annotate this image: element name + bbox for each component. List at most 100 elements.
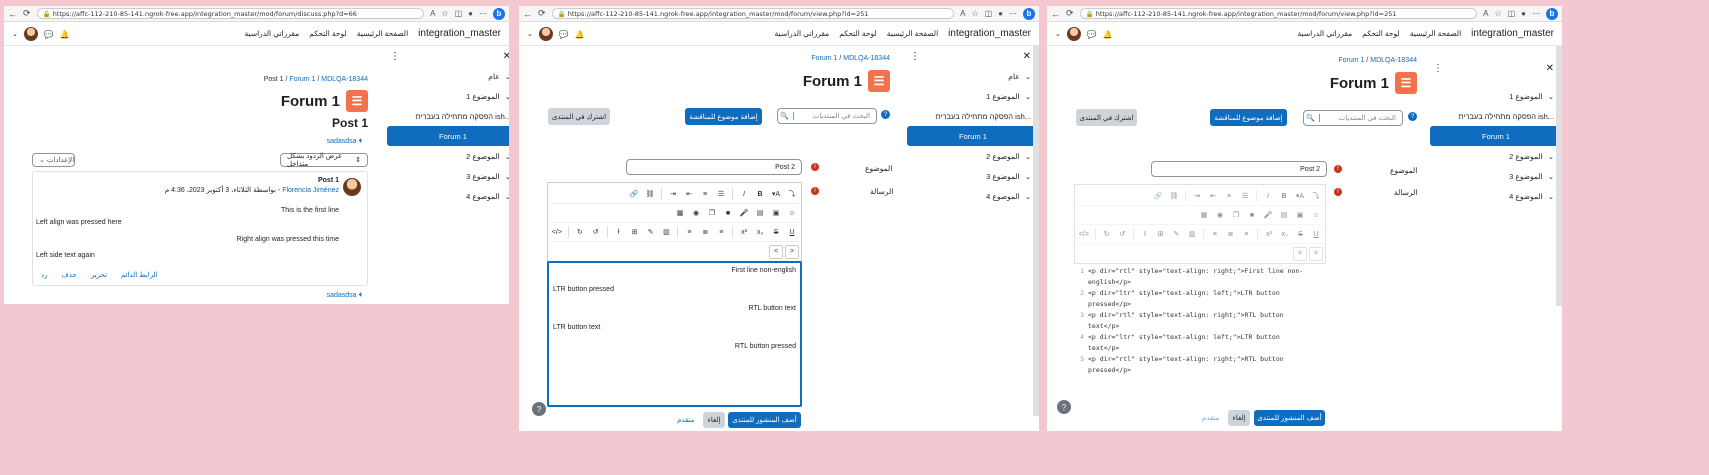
message-editor[interactable]: First line non-english LTR button presse…: [547, 261, 802, 407]
breadcrumb-course[interactable]: MDLQA-18344: [843, 55, 890, 62]
forum-search-input[interactable]: 🔍 البحث في المنتديات: [1303, 110, 1403, 126]
undo-icon[interactable]: ↺: [589, 225, 603, 239]
search-help-icon[interactable]: ?: [881, 110, 890, 119]
author-link[interactable]: Florencia Jiménez: [282, 187, 339, 194]
address-bar[interactable]: 🔒 https://affc-112-210-85-141.ngrok-free…: [36, 8, 425, 19]
favorite-icon[interactable]: ☆: [1494, 9, 1501, 18]
notifications-icon[interactable]: 🔔: [575, 30, 585, 39]
split-icon[interactable]: ◫: [985, 9, 993, 18]
html-icon[interactable]: </>: [550, 225, 564, 239]
breadcrumb-forum[interactable]: Forum 1: [811, 55, 837, 62]
permalink-link[interactable]: الرابط الدائم: [121, 271, 158, 279]
drawer-options-icon[interactable]: ⋮: [390, 51, 400, 62]
address-bar[interactable]: 🔒 https://affc-112-210-85-141.ngrok-free…: [1079, 8, 1478, 19]
nav-my-courses[interactable]: مقرراتي الدراسية: [1298, 29, 1353, 38]
html-icon[interactable]: </>: [1077, 227, 1091, 241]
read-aloud-icon[interactable]: A: [960, 9, 965, 18]
italic-icon[interactable]: I: [737, 187, 751, 201]
help-icon[interactable]: ?: [1057, 400, 1071, 414]
ltr-icon[interactable]: <: [769, 244, 783, 259]
reply-link[interactable]: رد: [41, 271, 48, 279]
close-drawer-icon[interactable]: ✕: [1546, 63, 1554, 74]
drawer-section-topic2[interactable]: الموضوع 2 ⌄: [1430, 146, 1562, 166]
outdent-icon[interactable]: ⇤: [682, 187, 696, 201]
rtl-icon[interactable]: >: [785, 244, 799, 259]
edit-icon[interactable]: ✎: [644, 225, 658, 239]
read-aloud-icon[interactable]: A: [1483, 9, 1488, 18]
messages-icon[interactable]: 💬: [1087, 30, 1097, 39]
drawer-section-topic1[interactable]: الموضوع 1 ⌄: [1430, 86, 1562, 106]
accessibility-icon[interactable]: ◉: [689, 206, 703, 220]
bing-icon[interactable]: b: [1546, 7, 1558, 20]
drawer-section-topic3[interactable]: الموضوع 3 ⌄: [907, 166, 1039, 186]
sadasdsa-footer-link[interactable]: sadasdsa ⏴: [327, 292, 362, 300]
reload-icon[interactable]: ⟳: [1066, 8, 1074, 19]
reload-icon[interactable]: ⟳: [538, 8, 546, 19]
font-style-icon[interactable]: ▾A: [769, 187, 783, 201]
subject-input[interactable]: Post 2: [1151, 161, 1327, 177]
breadcrumb-course[interactable]: MDLQA-18344: [321, 76, 368, 83]
split-icon[interactable]: ◫: [455, 9, 463, 18]
toggle-toolbar-icon[interactable]: ⤵: [785, 187, 799, 201]
search-icon[interactable]: 🔍: [780, 112, 794, 120]
drawer-item-hebrew[interactable]: הפסקה מתחילה בעברית ish...: [1430, 106, 1562, 126]
advanced-link[interactable]: متقدم: [1202, 414, 1219, 422]
messages-icon[interactable]: 💬: [559, 30, 569, 39]
avatar[interactable]: [1066, 27, 1081, 41]
breadcrumb-forum[interactable]: Forum 1: [1338, 57, 1364, 64]
nav-my-courses[interactable]: مقرراتي الدراسية: [775, 29, 830, 38]
drawer-item-hebrew[interactable]: הפסקה מתחילה בעברית ish...: [387, 106, 510, 126]
superscript-icon[interactable]: x²: [737, 225, 751, 239]
split-icon[interactable]: ◫: [1508, 9, 1516, 18]
indent-icon[interactable]: ⇥: [666, 187, 680, 201]
search-help-icon[interactable]: ?: [1408, 112, 1417, 121]
drawer-section-general[interactable]: عام ⌄: [907, 66, 1039, 86]
notifications-icon[interactable]: 🔔: [60, 30, 70, 39]
nav-dashboard[interactable]: لوحة التحكم: [1362, 29, 1400, 38]
more-icon[interactable]: ⋯: [479, 9, 487, 18]
favorite-icon[interactable]: ☆: [971, 9, 978, 18]
align-left-icon[interactable]: ≡: [714, 225, 728, 239]
drawer-section-general[interactable]: عام ⌄: [387, 66, 509, 86]
drawer-section-topic3[interactable]: الموضوع 3 ⌄: [387, 166, 509, 186]
drawer-section-topic1[interactable]: الموضوع 1 ⌄: [907, 86, 1039, 106]
drawer-section-topic2[interactable]: الموضوع 2 ⌄: [907, 146, 1039, 166]
drawer-options-icon[interactable]: ⋮: [1433, 63, 1443, 74]
user-menu-chevron-icon[interactable]: ⌄: [527, 30, 533, 38]
close-drawer-icon[interactable]: ✕: [1023, 51, 1031, 62]
numbered-list-icon[interactable]: ≡: [698, 187, 712, 201]
redo-icon[interactable]: ↻: [573, 225, 587, 239]
drawer-section-topic4[interactable]: الموضوع 4 ⌄: [1430, 186, 1562, 206]
html-source-editor[interactable]: 1 <p dir="rtl" style="text-align: right;"…: [1078, 264, 1326, 404]
drawer-item-forum[interactable]: Forum 1: [1430, 126, 1562, 146]
delete-link[interactable]: حذف: [62, 271, 77, 279]
messages-icon[interactable]: 💬: [44, 30, 54, 39]
drawer-item-hebrew[interactable]: הפסקה מתחילה בעברית ish...: [907, 106, 1039, 126]
favorite-icon[interactable]: ☆: [441, 9, 448, 18]
settings-dropdown[interactable]: ⌄ الإعدادات: [32, 153, 75, 167]
back-icon[interactable]: ←: [523, 9, 532, 19]
avatar[interactable]: [23, 27, 38, 41]
copy-icon[interactable]: ❐: [705, 206, 719, 220]
more-icon[interactable]: ⋯: [1532, 9, 1540, 18]
post-author-avatar[interactable]: [343, 178, 361, 196]
post-to-forum-button[interactable]: أضف المنشور للمنتدى: [728, 412, 801, 428]
bing-icon[interactable]: b: [493, 7, 505, 20]
more-icon[interactable]: ⋯: [1009, 9, 1017, 18]
drawer-item-forum[interactable]: Forum 1: [387, 126, 509, 146]
cancel-button[interactable]: إلغاء: [1228, 410, 1250, 426]
user-menu-chevron-icon[interactable]: ⌄: [1055, 30, 1061, 38]
drawer-item-forum[interactable]: Forum 1: [907, 126, 1039, 146]
display-mode-select[interactable]: عرض الردود بشكل متداخل ⇕: [280, 153, 368, 168]
add-discussion-button[interactable]: إضافة موضوع للمناقشة: [1210, 109, 1287, 126]
user-menu-chevron-icon[interactable]: ⌄: [12, 30, 18, 38]
back-icon[interactable]: ←: [8, 9, 17, 19]
file-icon[interactable]: ▤: [753, 206, 767, 220]
align-right-icon[interactable]: ≡: [682, 225, 696, 239]
link-icon[interactable]: 🔗: [627, 187, 641, 201]
subscribe-button[interactable]: اشترك في المنتدى: [548, 108, 610, 125]
help-icon[interactable]: ?: [532, 402, 546, 416]
drawer-section-topic4[interactable]: الموضوع 4 ⌄: [907, 186, 1039, 206]
nav-my-courses[interactable]: مقرراتي الدراسية: [245, 29, 300, 38]
nav-dashboard[interactable]: لوحة التحكم: [839, 29, 877, 38]
